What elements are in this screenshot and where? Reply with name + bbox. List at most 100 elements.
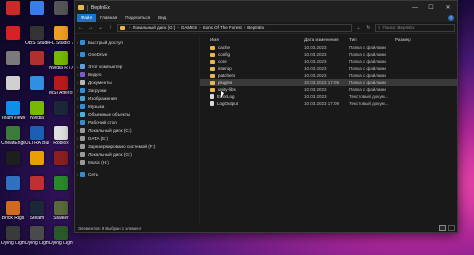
nav-item[interactable]: › Зарезервировано системой (F:) [75,142,199,150]
desktop-shortcut[interactable]: Roblox [49,126,73,146]
nav-item[interactable]: › Музыка [75,102,199,110]
close-button[interactable]: ✕ [439,1,457,14]
desktop-shortcut[interactable] [49,101,73,116]
desktop-shortcut[interactable]: Dying Light [25,226,49,246]
file-name: cache [218,45,231,50]
desktop-shortcut[interactable]: Nvidia RTX Voice [49,51,73,71]
tab-home[interactable]: Главная [96,14,121,22]
desktop-shortcut[interactable]: ULTRA Builder [25,126,49,146]
desktop-shortcut[interactable] [1,26,25,41]
file-row[interactable]: ErrorLog 10.03.2023 Текстовый докум... [200,93,457,100]
nav-item-icon [80,151,85,157]
file-row[interactable]: unity-libs 10.03.2023 Папка с файлами [200,86,457,93]
back-arrow-icon[interactable]: ← [77,25,84,31]
tab-view[interactable]: Вид [154,14,170,22]
maximize-button[interactable]: ☐ [423,1,439,14]
folder-icon [210,52,215,57]
desktop-shortcut[interactable]: TeamViewer [1,101,25,121]
desktop-shortcut-label: Roblox [53,141,69,146]
up-arrow-icon[interactable]: ↑ [107,25,114,31]
nav-item[interactable]: › Рабочий стол [75,118,199,126]
nav-item[interactable]: › Загрузки [75,86,199,94]
nav-item[interactable]: › Локальный диск (C:) [75,126,199,134]
desktop-shortcut-label: Nvidia RTX Voice [49,66,73,71]
file-type: Папка с файлами [349,73,386,78]
nav-item[interactable]: › Music (H:) [75,158,199,166]
desktop-shortcut[interactable]: Dying Light [1,226,25,246]
desktop-shortcut[interactable]: FL Studio 20 [49,26,73,46]
desktop-shortcut[interactable]: OBS Studio [25,26,49,46]
tab-file[interactable]: Файл [77,14,97,22]
desktop-shortcut[interactable] [49,151,73,166]
titlebar-separator [87,4,88,11]
breadcrumb-games[interactable]: GAMES [181,25,197,30]
desktop-shortcut[interactable] [25,151,49,166]
nav-item[interactable]: ⌄ Этот компьютер [75,62,199,70]
address-bar[interactable]: › Локальный диск (G:) › GAMES › Sons Of … [117,23,352,32]
desktop-shortcut[interactable]: Brick Rigs [1,201,25,221]
desktop-shortcut[interactable] [25,1,49,16]
recent-chevron-icon[interactable]: ⌄ [97,24,104,31]
column-size[interactable]: Размер [395,37,425,42]
text-file-icon [210,94,214,99]
desktop-shortcut[interactable] [1,51,25,66]
app-icon [6,176,20,190]
desktop-shortcut[interactable] [25,51,49,66]
desktop-shortcut[interactable]: CheatEngine [1,126,25,146]
nav-item[interactable]: › Документы [75,78,199,86]
app-icon [30,76,44,90]
file-type: Текстовый докум... [349,101,389,106]
breadcrumb-drive[interactable]: Локальный диск (G:) [133,25,176,30]
desktop-shortcut[interactable] [1,76,25,91]
desktop-shortcut[interactable]: Steam [25,201,49,221]
desktop-shortcut[interactable] [25,176,49,191]
search-input[interactable]: ⌕ Поиск: BepInEx [375,23,455,32]
desktop-shortcut[interactable] [1,1,25,16]
file-row[interactable]: LogOutput 10.03.2023 17:09 Текстовый докум… [200,100,457,107]
desktop-shortcut[interactable]: Stalker [49,201,73,221]
desktop-shortcut[interactable] [25,76,49,91]
app-icon [30,176,44,190]
desktop-shortcut[interactable] [49,176,73,191]
nav-item[interactable]: › Сеть [75,170,199,178]
file-row[interactable]: patchers 10.03.2023 Папка с файлами [200,72,457,79]
details-view-icon[interactable] [439,225,446,231]
desktop-shortcut[interactable] [1,151,25,166]
column-type[interactable]: Тип [349,37,395,42]
tab-share[interactable]: Поделиться [121,14,154,22]
help-icon[interactable]: ? [448,15,454,21]
column-name[interactable]: Имя [210,37,304,42]
file-date: 10.03.2023 [304,73,327,78]
breadcrumb-sons-of-the-forest[interactable]: Sons Of The Forest [203,25,242,30]
nav-item[interactable]: › Объемные объекты [75,110,199,118]
column-date[interactable]: Дата изменения [304,37,349,42]
desktop-shortcut-label: FL Studio 20 [49,41,73,46]
nav-item-label: Изображения [88,95,117,101]
desktop-shortcut[interactable] [1,176,25,191]
nav-item[interactable]: › OneDrive [75,50,199,58]
address-dropdown-icon[interactable]: ⌄ [355,25,362,31]
file-date: 10.03.2023 [304,45,327,50]
nav-item[interactable]: › Локальный диск (G:) [75,150,199,158]
large-icons-view-icon[interactable] [448,225,455,231]
desktop-shortcut[interactable]: Dying Light [49,226,73,246]
nav-item[interactable]: › DATA (E:) [75,134,199,142]
file-row[interactable]: core 10.03.2023 Папка с файлами [200,58,457,65]
explorer-window: BepInEx — ☐ ✕ Файл Главная Поделиться Ви… [74,0,458,233]
refresh-icon[interactable]: ↻ [365,25,372,31]
nav-item[interactable]: › Видео [75,70,199,78]
minimize-button[interactable]: — [407,1,423,14]
file-row[interactable]: plugins 10.03.2023 17:09 Папка с файлами [200,79,457,86]
file-row[interactable]: cache 10.03.2023 Папка с файлами [200,44,457,51]
forward-arrow-icon[interactable]: → [87,25,94,31]
desktop-shortcut[interactable]: MSI Afterburner [49,76,73,96]
nav-item[interactable]: › Изображения [75,94,199,102]
file-row[interactable]: config 10.03.2023 Папка с файлами [200,51,457,58]
title-bar[interactable]: BepInEx — ☐ ✕ [75,1,457,14]
file-row[interactable]: interop 10.03.2023 Папка с файлами [200,65,457,72]
nav-item[interactable]: › Быстрый доступ [75,38,199,46]
desktop-shortcut[interactable] [49,1,73,16]
breadcrumb-bepinex[interactable]: BepInEx [247,25,264,30]
desktop-shortcut[interactable]: Nvidia [25,101,49,121]
nav-item-label: Быстрый доступ [88,39,123,45]
